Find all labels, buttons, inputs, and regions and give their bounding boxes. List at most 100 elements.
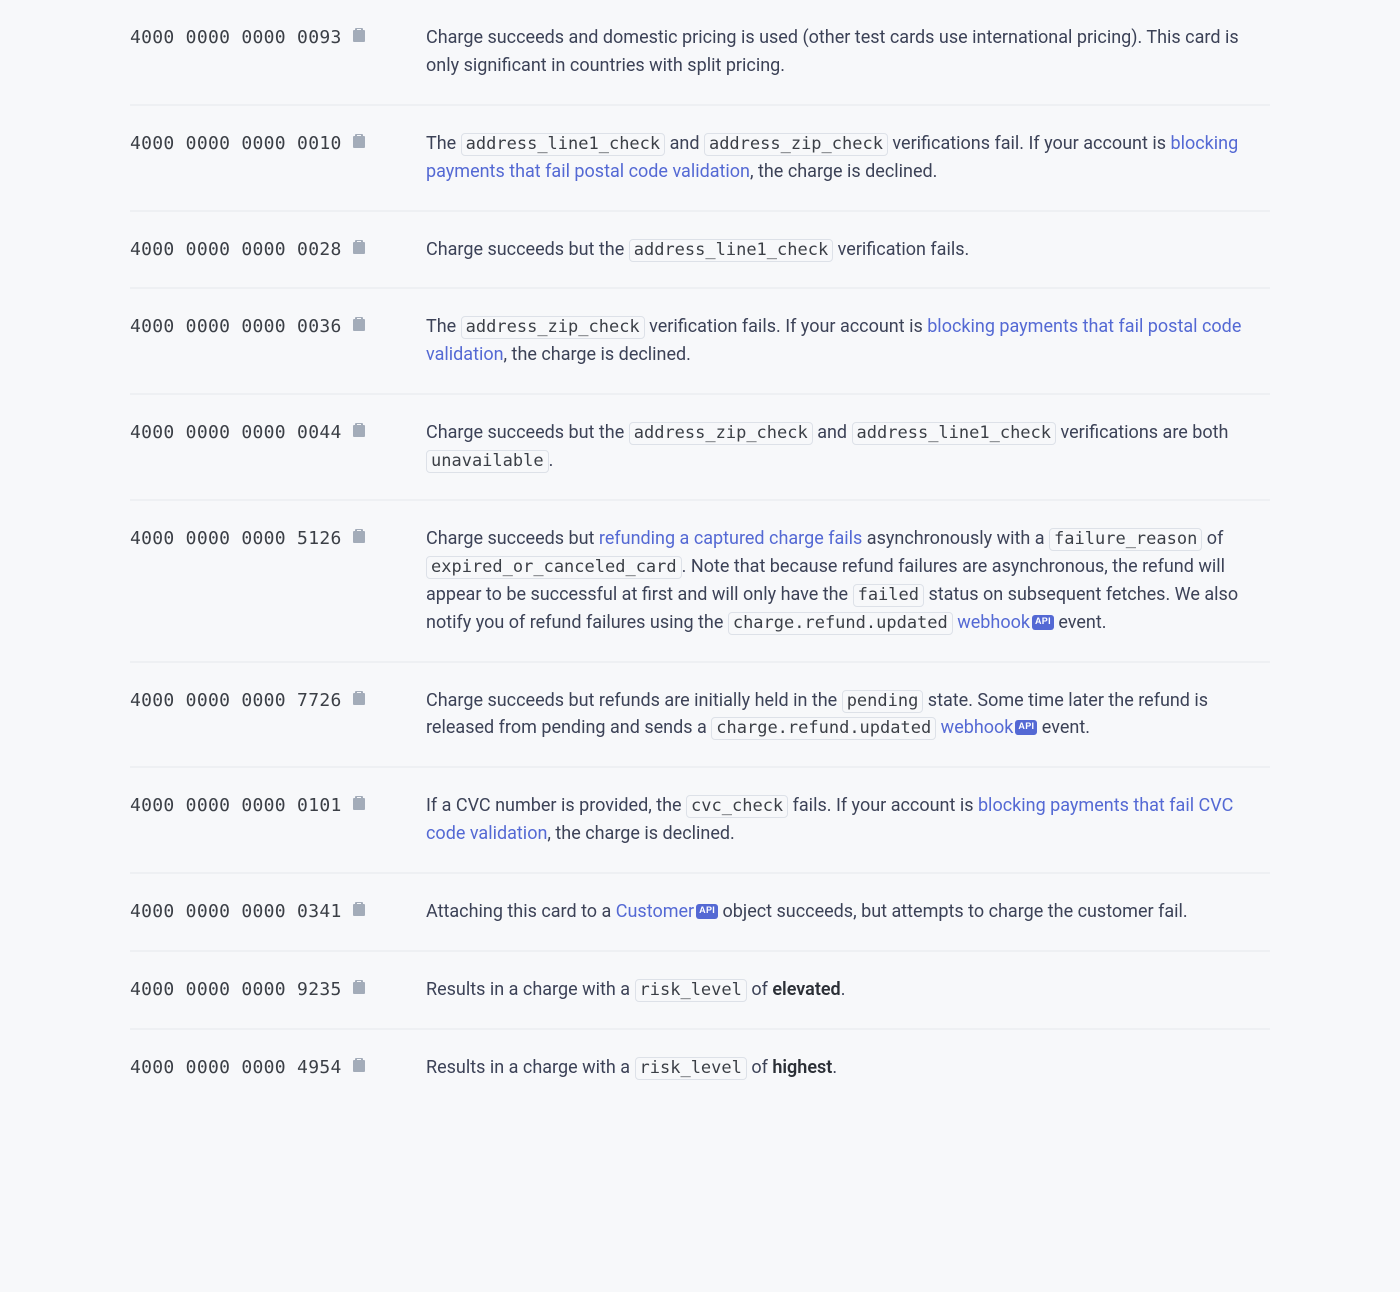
table-row: 4000 0000 0000 0093 Charge succeeds and d… xyxy=(130,0,1270,105)
clipboard-icon[interactable] xyxy=(351,238,369,258)
clipboard-icon[interactable] xyxy=(351,315,369,335)
description-cell: Charge succeeds but refunding a captured… xyxy=(420,500,1270,662)
card-number: 4000 0000 0000 4954 xyxy=(130,1057,342,1078)
table-row: 4000 0000 0000 7726 Charge succeeds but r… xyxy=(130,662,1270,768)
description-cell: The address_line1_check and address_zip_… xyxy=(420,105,1270,211)
description-text: If a CVC number is provided, the xyxy=(426,795,686,816)
description-text: of xyxy=(747,979,772,1000)
card-number-cell: 4000 0000 0000 0010 xyxy=(130,105,420,211)
description-cell: Attaching this card to a CustomerAPI obj… xyxy=(420,873,1270,951)
description-text: verification fails. xyxy=(833,239,969,260)
description-text: Attaching this card to a xyxy=(426,901,616,922)
description-text: , the charge is declined. xyxy=(504,344,691,365)
inline-code: address_zip_check xyxy=(461,316,645,339)
inline-code: risk_level xyxy=(635,979,747,1002)
description-text: event. xyxy=(1037,717,1090,738)
description-text: of xyxy=(1202,528,1223,549)
description-text: Charge succeeds but refunds are initiall… xyxy=(426,690,842,711)
inline-code: failure_reason xyxy=(1049,528,1202,551)
api-badge: API xyxy=(1015,720,1037,735)
table-row: 4000 0000 0000 0036 The address_zip_check… xyxy=(130,288,1270,394)
clipboard-icon[interactable] xyxy=(351,689,369,709)
card-number-cell: 4000 0000 0000 5126 xyxy=(130,500,420,662)
description-cell: Charge succeeds but the address_line1_ch… xyxy=(420,211,1270,289)
table-row: 4000 0000 0000 5126 Charge succeeds but r… xyxy=(130,500,1270,662)
api-badge: API xyxy=(1032,615,1054,630)
card-number: 4000 0000 0000 9235 xyxy=(130,979,342,1000)
card-number-cell: 4000 0000 0000 0093 xyxy=(130,0,420,105)
description-cell: Charge succeeds but the address_zip_chec… xyxy=(420,394,1270,500)
description-cell: Charge succeeds and domestic pricing is … xyxy=(420,0,1270,105)
card-number: 4000 0000 0000 5126 xyxy=(130,528,342,549)
card-number: 4000 0000 0000 0010 xyxy=(130,133,342,154)
description-text: , the charge is declined. xyxy=(750,161,937,182)
card-number-cell: 4000 0000 0000 0044 xyxy=(130,394,420,500)
description-text: Charge succeeds but the xyxy=(426,422,629,443)
table-row: 4000 0000 0000 0341Attaching this card t… xyxy=(130,873,1270,951)
api-link[interactable]: webhook xyxy=(941,717,1014,738)
description-text: of xyxy=(747,1057,772,1078)
table-row: 4000 0000 0000 0010 The address_line1_che… xyxy=(130,105,1270,211)
inline-code: address_zip_check xyxy=(704,133,888,156)
table-row: 4000 0000 0000 9235 Results in a charge w… xyxy=(130,951,1270,1029)
inline-code: cvc_check xyxy=(686,795,788,818)
description-text: Charge succeeds but the xyxy=(426,239,629,260)
table-row: 4000 0000 0000 0028 Charge succeeds but t… xyxy=(130,211,1270,289)
card-number: 4000 0000 0000 0101 xyxy=(130,795,342,816)
clipboard-icon[interactable] xyxy=(351,26,369,46)
inline-code: risk_level xyxy=(635,1057,747,1080)
description-text: object succeeds, but attempts to charge … xyxy=(718,901,1188,922)
clipboard-icon[interactable] xyxy=(351,794,369,814)
card-number: 4000 0000 0000 7726 xyxy=(130,690,342,711)
description-text: . xyxy=(832,1057,837,1078)
table-row: 4000 0000 0000 4954Results in a charge w… xyxy=(130,1029,1270,1106)
inline-code: address_line1_check xyxy=(629,239,833,262)
description-cell: Results in a charge with a risk_level of… xyxy=(420,951,1270,1029)
clipboard-icon[interactable] xyxy=(351,421,369,441)
inline-code: failed xyxy=(853,584,924,607)
description-cell: Charge succeeds but refunds are initiall… xyxy=(420,662,1270,768)
card-number-cell: 4000 0000 0000 7726 xyxy=(130,662,420,768)
description-text: verifications fail. If your account is xyxy=(888,133,1171,154)
test-cards-table: 4000 0000 0000 0093 Charge succeeds and d… xyxy=(130,0,1270,1106)
card-number-cell: 4000 0000 0000 9235 xyxy=(130,951,420,1029)
card-number-cell: 4000 0000 0000 4954 xyxy=(130,1029,420,1106)
clipboard-icon[interactable] xyxy=(351,132,369,152)
card-number-cell: 4000 0000 0000 0341 xyxy=(130,873,420,951)
clipboard-icon[interactable] xyxy=(351,900,369,920)
card-number-cell: 4000 0000 0000 0101 xyxy=(130,767,420,873)
inline-code: address_zip_check xyxy=(629,422,813,445)
inline-code: pending xyxy=(842,690,924,713)
description-text: The xyxy=(426,133,461,154)
card-number: 4000 0000 0000 0036 xyxy=(130,316,342,337)
clipboard-icon[interactable] xyxy=(351,978,369,998)
card-number: 4000 0000 0000 0028 xyxy=(130,239,342,260)
inline-code: expired_or_canceled_card xyxy=(426,556,682,579)
api-link[interactable]: Customer xyxy=(616,901,694,922)
description-text: event. xyxy=(1054,612,1107,633)
description-text: and xyxy=(813,422,852,443)
description-text: , the charge is declined. xyxy=(547,823,734,844)
api-link[interactable]: webhook xyxy=(957,612,1030,633)
inline-code: address_line1_check xyxy=(852,422,1056,445)
description-text: verification fails. If your account is xyxy=(645,316,928,337)
description-text: verifications are both xyxy=(1056,422,1228,443)
inline-code: address_line1_check xyxy=(461,133,665,156)
card-number-cell: 4000 0000 0000 0028 xyxy=(130,211,420,289)
description-text: fails. If your account is xyxy=(788,795,978,816)
description-text: . xyxy=(549,450,554,471)
clipboard-icon[interactable] xyxy=(351,1056,369,1076)
doc-link[interactable]: refunding a captured charge fails xyxy=(599,528,862,549)
description-text: The xyxy=(426,316,461,337)
clipboard-icon[interactable] xyxy=(351,527,369,547)
inline-code: charge.refund.updated xyxy=(728,612,953,635)
card-number: 4000 0000 0000 0044 xyxy=(130,422,342,443)
description-cell: If a CVC number is provided, the cvc_che… xyxy=(420,767,1270,873)
table-row: 4000 0000 0000 0101 If a CVC number is pr… xyxy=(130,767,1270,873)
inline-code: unavailable xyxy=(426,450,549,473)
description-text: Charge succeeds and domestic pricing is … xyxy=(426,27,1239,76)
card-number: 4000 0000 0000 0093 xyxy=(130,27,342,48)
card-number-cell: 4000 0000 0000 0036 xyxy=(130,288,420,394)
description-text: . xyxy=(841,979,846,1000)
inline-code: charge.refund.updated xyxy=(711,717,936,740)
